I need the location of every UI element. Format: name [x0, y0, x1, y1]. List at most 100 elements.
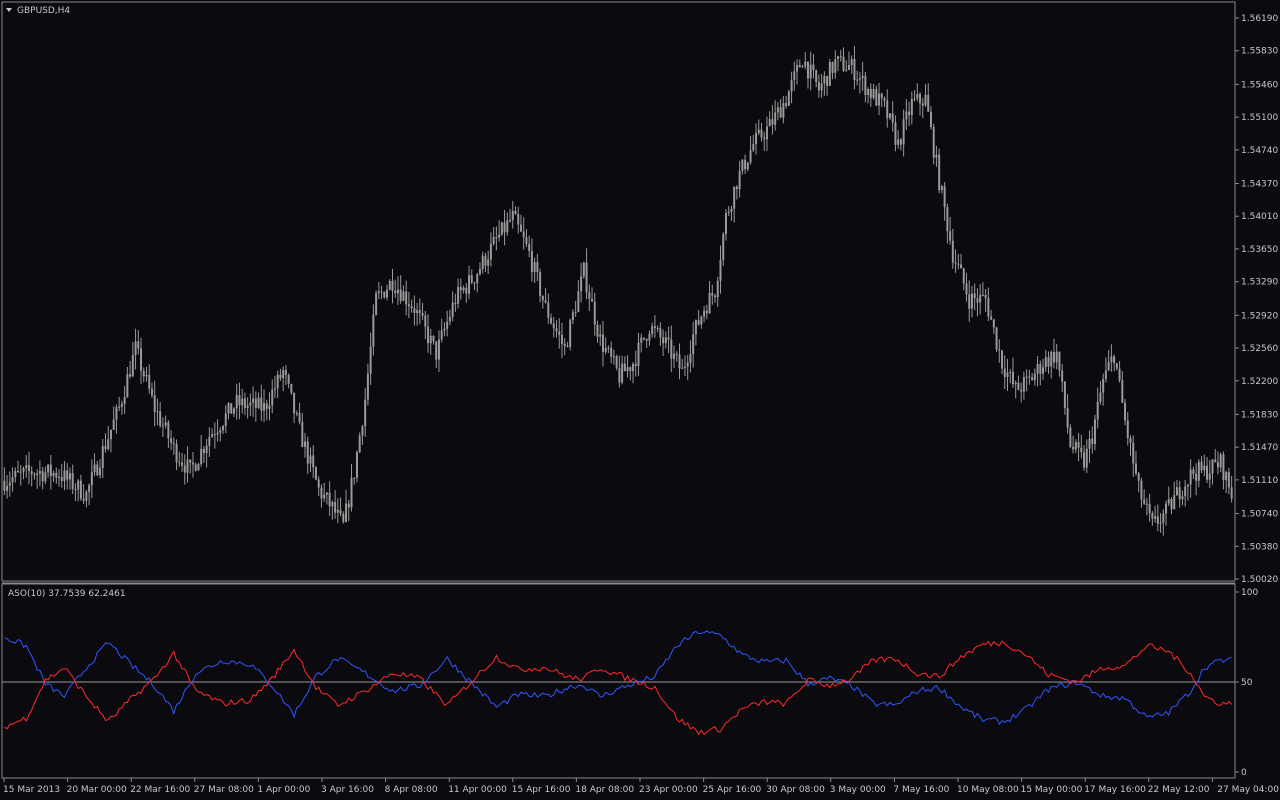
price-tick-label: 1.55830 — [1241, 47, 1278, 57]
candle-body — [429, 335, 432, 344]
candle-body — [1162, 513, 1165, 523]
candle-body — [325, 492, 328, 495]
candle-body — [1036, 363, 1039, 374]
candle-body — [156, 411, 159, 413]
candle-body — [394, 290, 397, 294]
candle-body — [853, 58, 856, 81]
candle-body — [519, 224, 522, 232]
candle-body — [834, 59, 837, 73]
candle-body — [1200, 461, 1203, 471]
candle-body — [700, 316, 703, 325]
candle-body — [202, 448, 205, 454]
candle-body — [1104, 370, 1107, 380]
candle-body — [585, 262, 588, 293]
candle-body — [1126, 420, 1129, 438]
candle-body — [386, 289, 389, 298]
candle-body — [1033, 373, 1036, 381]
candle-body — [271, 389, 274, 406]
candle-body — [891, 113, 894, 123]
candle-body — [1208, 473, 1211, 480]
candle-body — [254, 398, 257, 408]
candle-body — [1132, 442, 1135, 464]
candle-body — [347, 503, 350, 508]
candle-body — [995, 327, 998, 350]
candle-body — [189, 459, 192, 463]
candle-body — [104, 446, 107, 450]
candle-body — [284, 369, 287, 376]
time-tick-label: 15 May 00:00 — [1021, 785, 1083, 795]
candle-body — [298, 412, 301, 422]
candle-body — [591, 298, 594, 302]
candle-body — [82, 498, 85, 501]
candle-body — [416, 310, 419, 313]
candle-body — [476, 274, 479, 284]
chart-window[interactable]: GBPUSD,H4 ASO(10) 37.7539 62.2461 1.5619… — [0, 0, 1280, 800]
candle-body — [965, 283, 968, 295]
candle-body — [596, 324, 599, 337]
candle-body — [1091, 438, 1094, 444]
candle-body — [566, 345, 569, 347]
candle-body — [49, 464, 52, 477]
candle-body — [880, 93, 883, 99]
candle-body — [823, 76, 826, 84]
candle-body — [957, 263, 960, 265]
candle-body — [820, 83, 823, 91]
candle-body — [112, 419, 115, 430]
candle-body — [752, 144, 755, 151]
candle-body — [358, 435, 361, 453]
candle-body — [621, 363, 624, 383]
candle-body — [678, 354, 681, 369]
candle-body — [290, 383, 293, 393]
candle-body — [1093, 419, 1096, 444]
candle-body — [446, 321, 449, 329]
candle-body — [418, 310, 421, 314]
candle-body — [1017, 382, 1020, 390]
candle-body — [90, 472, 93, 486]
candle-body — [41, 471, 44, 482]
candle-body — [645, 339, 648, 341]
candle-body — [675, 353, 678, 355]
candle-body — [194, 464, 197, 471]
candle-body — [599, 334, 602, 337]
candle-body — [828, 62, 831, 86]
time-tick-label: 7 May 16:00 — [893, 785, 949, 795]
time-tick-label: 18 Apr 08:00 — [575, 785, 634, 795]
candle-body — [3, 480, 6, 491]
candle-body — [317, 479, 320, 488]
candle-body — [1181, 496, 1184, 500]
candle-body — [580, 276, 583, 292]
time-tick-label: 20 Mar 00:00 — [67, 785, 127, 795]
candle-body — [1227, 472, 1230, 488]
candle-body — [831, 62, 834, 73]
candle-body — [711, 292, 714, 296]
candle-body — [388, 281, 391, 290]
candle-body — [1044, 357, 1047, 368]
price-tick-label: 1.54010 — [1241, 212, 1278, 222]
candle-body — [511, 210, 514, 221]
candle-body — [916, 94, 919, 99]
candle-body — [1003, 368, 1006, 377]
candle-body — [402, 291, 405, 301]
candle-body — [85, 491, 88, 501]
candle-body — [120, 403, 123, 407]
candle-body — [1022, 377, 1025, 392]
candle-body — [601, 334, 604, 352]
candle-body — [869, 89, 872, 99]
candle-body — [509, 220, 512, 222]
candle-body — [1069, 427, 1072, 447]
candle-body — [694, 320, 697, 335]
candle-body — [1137, 473, 1140, 481]
candle-body — [1143, 499, 1146, 504]
candle-body — [159, 411, 162, 426]
candle-body — [563, 343, 566, 346]
candle-body — [208, 436, 211, 446]
candle-body — [44, 472, 47, 482]
candle-body — [38, 471, 41, 474]
candle-body — [1118, 368, 1121, 381]
indicator-label: ASO(10) 37.7539 62.2461 — [8, 589, 126, 599]
candle-body — [451, 302, 454, 317]
candle-body — [1115, 363, 1118, 369]
candle-body — [686, 362, 689, 367]
candle-body — [547, 302, 550, 318]
candle-body — [741, 159, 744, 172]
